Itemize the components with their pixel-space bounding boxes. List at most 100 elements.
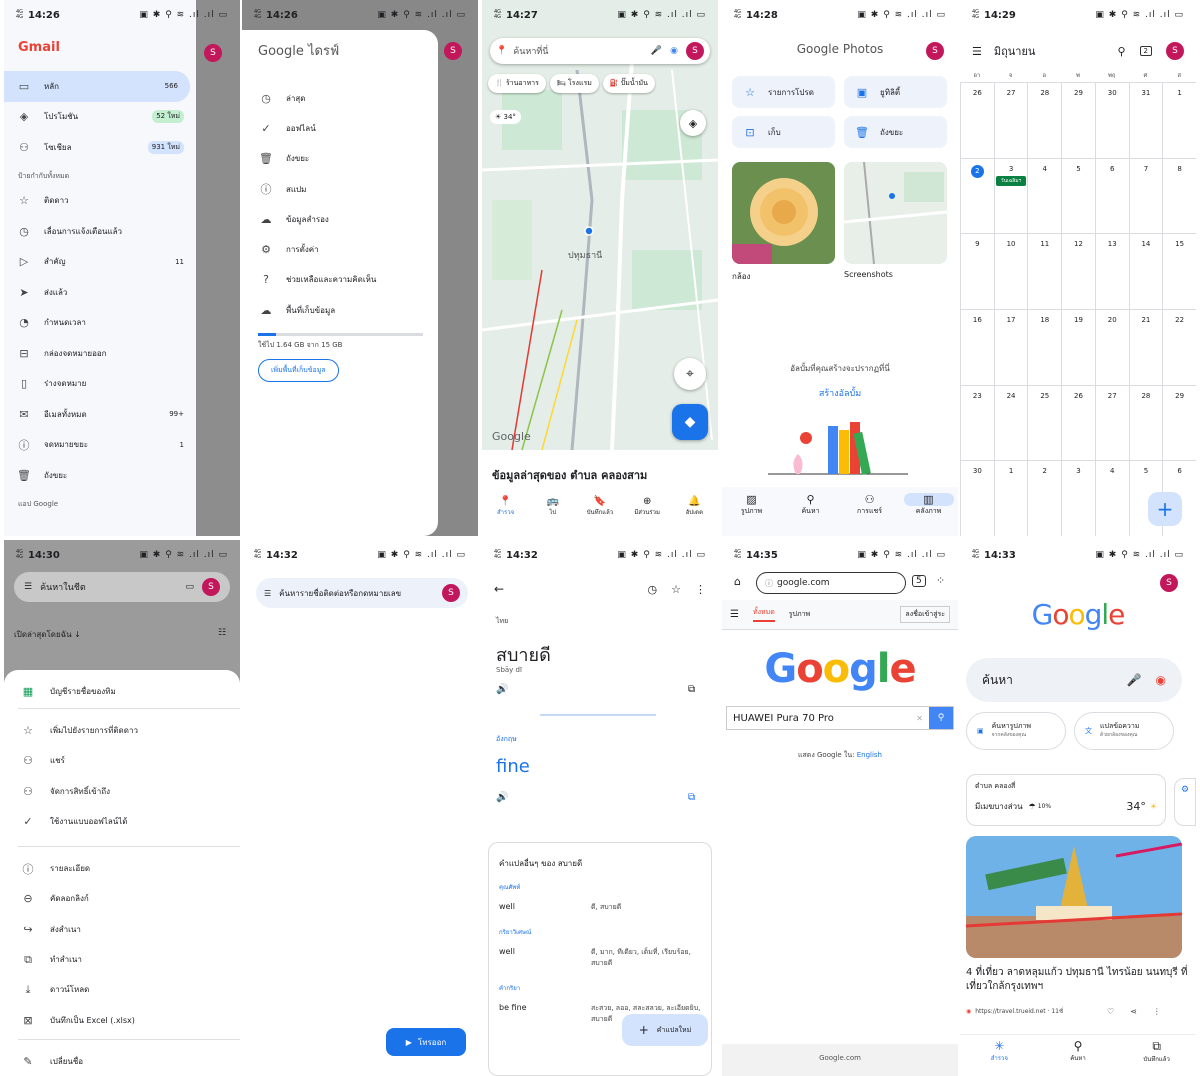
shortcut-pill-0[interactable]: ▣ ค้นหารูปภาพ จากคลังของคุณ: [966, 712, 1066, 750]
gmail-label-6[interactable]: ▯ ร่างจดหมาย: [4, 369, 196, 400]
gmail-label-4[interactable]: ◔ กำหนดเวลา: [4, 308, 196, 339]
menu-item-a-2[interactable]: ⚇ จัดการสิทธิ์เข้าถึง: [4, 776, 240, 806]
day-cell-10[interactable]: 5: [1061, 157, 1095, 234]
search-input[interactable]: HUAWEI Pura 70 Pro: [733, 713, 834, 724]
folder-icon[interactable]: ▭: [185, 582, 194, 592]
google-search-bar[interactable]: ค้นหา 🎤 ◉: [966, 658, 1182, 702]
my-location-button[interactable]: ⌖: [674, 358, 706, 390]
star-icon[interactable]: ☆: [671, 583, 681, 596]
day-cell-9[interactable]: 4: [1027, 157, 1062, 234]
day-cell-18[interactable]: 13: [1094, 233, 1129, 309]
list-view-icon[interactable]: ☷: [218, 628, 226, 638]
gmail-label-9[interactable]: 🗑 ถังขยะ: [4, 460, 196, 491]
avatar[interactable]: S: [202, 578, 220, 596]
menu-item-b-4[interactable]: ⤓ ดาวน์โหลด: [4, 975, 240, 1005]
translation-row[interactable]: well ดี, มาก, ทีเดียว, เต็มที่, เรียบร้อย…: [499, 947, 701, 969]
photos-nav-item-1[interactable]: ⚲ ค้นหา: [786, 493, 836, 536]
day-cell-29[interactable]: 24: [993, 384, 1028, 461]
menu-icon[interactable]: ☰: [264, 589, 271, 598]
day-cell-13[interactable]: 8: [1162, 157, 1196, 234]
menu-item-a-0[interactable]: ☆ เพิ่มไปยังรายการที่ติดดาว: [4, 715, 240, 745]
day-cell-23[interactable]: 18: [1027, 308, 1062, 385]
maps-search-bar[interactable]: 📍 ค้นหาที่นี่ 🎤 ◉ S: [490, 38, 710, 64]
day-cell-24[interactable]: 19: [1061, 308, 1095, 385]
menu-item-a-1[interactable]: ⚇ แชร์: [4, 746, 240, 776]
day-cell-36[interactable]: 1: [993, 460, 1028, 536]
news-image[interactable]: [966, 836, 1182, 958]
drive-menu-item-1[interactable]: ✓ ออฟไลน์: [242, 113, 438, 143]
google-nav-item-1[interactable]: ⚲ ค้นหา: [1053, 1039, 1103, 1076]
add-event-button[interactable]: +: [1148, 492, 1182, 526]
day-cell-14[interactable]: 9: [960, 233, 994, 309]
day-cell-7[interactable]: 2: [960, 157, 994, 234]
menu-item-b-5[interactable]: ⊠ บันทึกเป็น Excel (.xlsx): [4, 1005, 240, 1035]
drive-menu-item-5[interactable]: ⚙ การตั้งค่า: [242, 234, 438, 264]
contacts-search-bar[interactable]: ☰ ค้นหารายชื่อติดต่อหรือกดหมายเลข S: [256, 578, 468, 608]
day-cell-30[interactable]: 25: [1027, 384, 1062, 461]
photos-tile-3[interactable]: 🗑 ถังขยะ: [844, 116, 947, 148]
avatar[interactable]: S: [1166, 42, 1184, 60]
menu-item-b-2[interactable]: ↪ ส่งสำเนา: [4, 914, 240, 944]
day-cell-21[interactable]: 16: [960, 308, 994, 385]
menu-item-rename[interactable]: ✎ เปลี่ยนชื่อ: [4, 1046, 240, 1076]
lens-icon[interactable]: ◉: [670, 46, 678, 56]
drive-menu-item-0[interactable]: ◷ ล่าสุด: [242, 83, 438, 113]
event-chip[interactable]: วันเฉลิมฯ: [995, 175, 1027, 186]
gmail-label-0[interactable]: ☆ ติดดาว: [4, 186, 196, 217]
maps-nav-item-4[interactable]: 🔔 อัปเดต: [671, 496, 717, 517]
buy-storage-button[interactable]: เพิ่มพื้นที่เก็บข้อมูล: [258, 359, 339, 383]
mic-icon[interactable]: 🎤: [651, 46, 662, 56]
settings-icon[interactable]: ⚙: [1174, 778, 1196, 826]
create-album-link[interactable]: สร้างอัลบั้ม: [722, 386, 958, 400]
search-icon[interactable]: ⚲: [1117, 45, 1125, 58]
menu-item-a-3[interactable]: ✓ ใช้งานแบบออฟไลน์ได้: [4, 806, 240, 836]
gmail-category-2[interactable]: ⚇ โซเชียล 931 ใหม่: [4, 132, 196, 163]
day-cell-31[interactable]: 26: [1061, 384, 1095, 461]
sheets-search-bar[interactable]: ☰ ค้นหาในชีต ▭ S: [14, 572, 230, 602]
day-cell-20[interactable]: 15: [1162, 233, 1196, 309]
day-cell-38[interactable]: 3: [1061, 460, 1095, 536]
heart-icon[interactable]: ♡: [1107, 1007, 1114, 1016]
tab-images[interactable]: รูปภาพ: [789, 609, 810, 620]
speaker-icon[interactable]: 🔊: [496, 684, 508, 695]
signin-button[interactable]: ลงชื่อเข้าสู่ระ: [900, 606, 950, 623]
home-icon[interactable]: ⌂: [734, 575, 741, 588]
search-button[interactable]: ⚲: [929, 707, 953, 729]
photos-nav-item-3[interactable]: ▥ คลังภาพ: [903, 493, 954, 536]
drive-menu-item-2[interactable]: 🗑 ถังขยะ: [242, 144, 438, 174]
avatar[interactable]: S: [204, 44, 222, 62]
day-cell-32[interactable]: 27: [1094, 384, 1129, 461]
menu-item-b-1[interactable]: ⊖ คัดลอกลิงก์: [4, 884, 240, 914]
day-cell-28[interactable]: 23: [960, 384, 994, 461]
copy-icon[interactable]: ⧉: [688, 684, 695, 695]
address-bar[interactable]: ⓘ google.com: [756, 572, 906, 594]
english-link[interactable]: English: [857, 751, 882, 759]
call-button[interactable]: ▶ โทรออก: [386, 1028, 466, 1056]
avatar[interactable]: S: [444, 42, 462, 60]
day-cell-15[interactable]: 10: [993, 233, 1028, 309]
avatar[interactable]: S: [1160, 574, 1178, 592]
lens-icon[interactable]: ◉: [1156, 673, 1166, 687]
photos-tile-0[interactable]: ☆ รายการโปรด: [732, 76, 835, 108]
gmail-label-3[interactable]: ➤ ส่งแล้ว: [4, 277, 196, 308]
day-cell-19[interactable]: 14: [1128, 233, 1163, 309]
day-cell-26[interactable]: 21: [1128, 308, 1163, 385]
day-cell-16[interactable]: 11: [1027, 233, 1062, 309]
weather-chip[interactable]: ☀ 34°: [490, 110, 521, 124]
day-cell-22[interactable]: 17: [993, 308, 1028, 385]
drive-menu-item-3[interactable]: ⓘ สแปม: [242, 174, 438, 204]
google-search-input[interactable]: ค้นหา: [982, 671, 1013, 690]
category-chip-1[interactable]: 🛏 โรงแรม: [549, 74, 599, 93]
day-cell-6[interactable]: 1: [1162, 82, 1196, 158]
gmail-label-7[interactable]: ✉ อีเมลทั้งหมด 99+: [4, 399, 196, 430]
directions-button[interactable]: ◆: [672, 404, 708, 440]
day-cell-8[interactable]: 3 วันเฉลิมฯ: [993, 157, 1028, 234]
menu-item-b-3[interactable]: ⧉ ทำสำเนา: [4, 944, 240, 974]
album-camera-thumb[interactable]: [732, 162, 835, 264]
translation-row[interactable]: well ดี, สบายดี: [499, 902, 701, 913]
drive-menu-item-4[interactable]: ☁ ข้อมูลสำรอง: [242, 204, 438, 234]
gmail-category-0[interactable]: ▭ หลัก 566: [4, 71, 190, 102]
new-translation-button[interactable]: + คำแปลใหม่: [622, 1014, 708, 1046]
back-arrow-icon[interactable]: ←: [494, 582, 504, 596]
menu-item-b-0[interactable]: ⓘ รายละเอียด: [4, 853, 240, 883]
